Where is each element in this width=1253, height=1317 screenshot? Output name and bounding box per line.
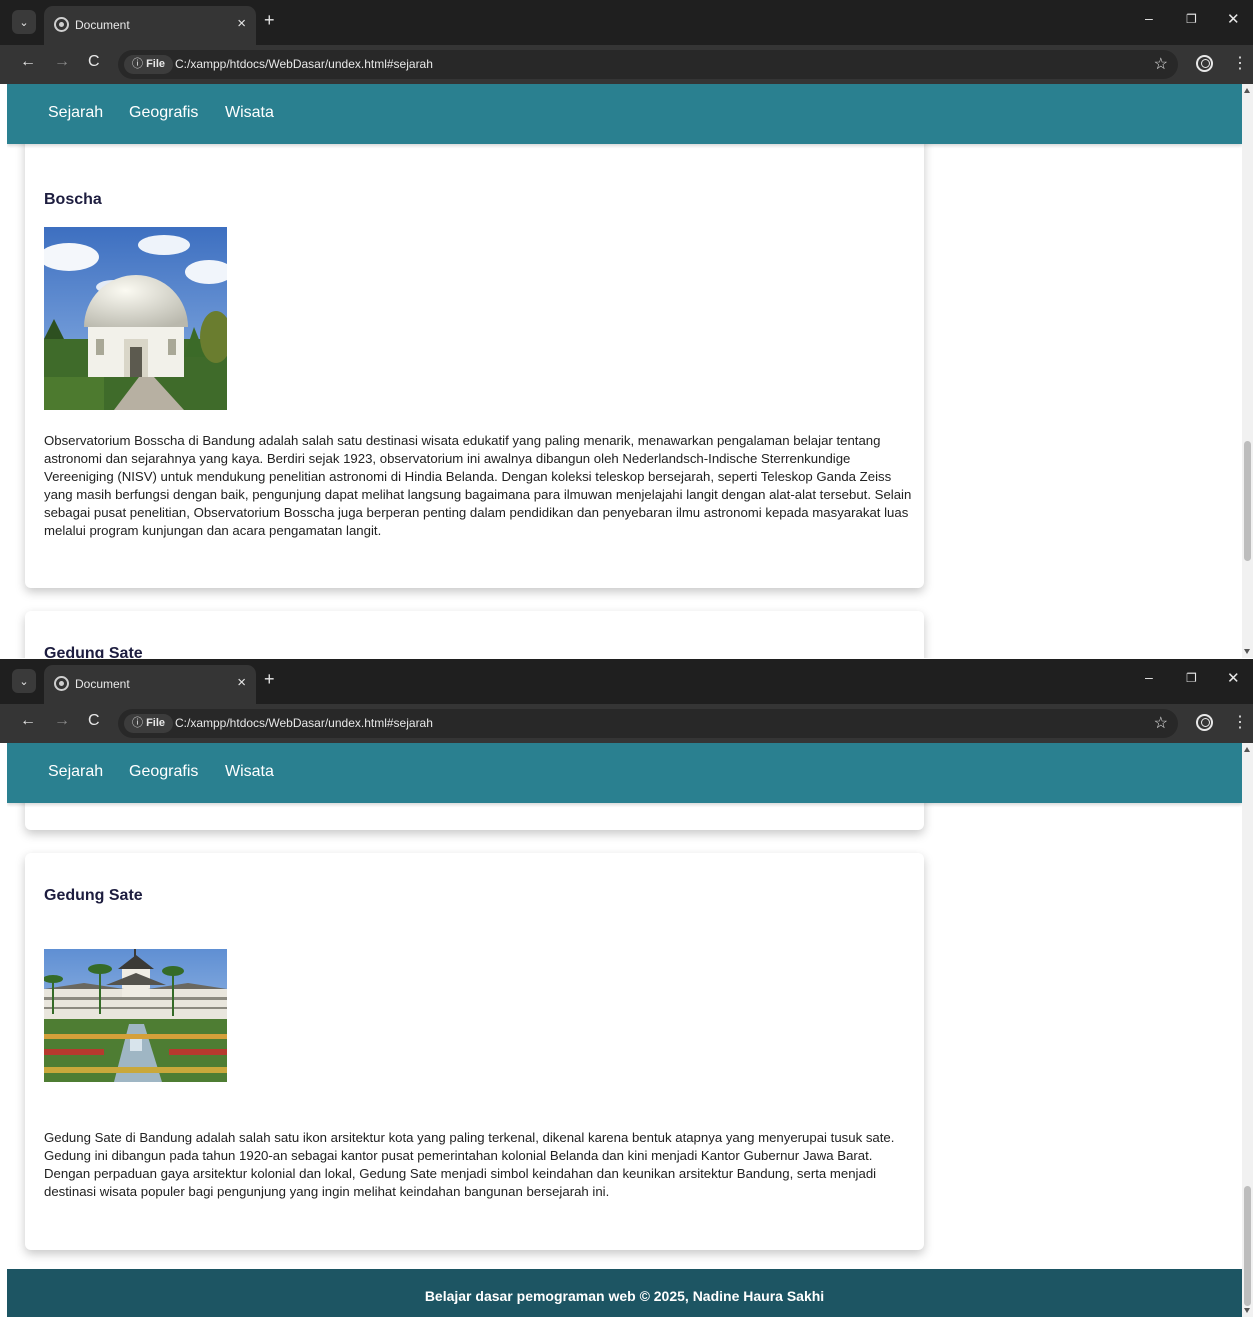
- tab-close-icon[interactable]: ×: [237, 15, 246, 32]
- url-text[interactable]: C:/xampp/htdocs/WebDasar/undex.html#seja…: [175, 57, 433, 71]
- address-bar[interactable]: ⓘ File C:/xampp/htdocs/WebDasar/undex.ht…: [118, 709, 1178, 738]
- card-description: Gedung Sate di Bandung adalah salah satu…: [44, 1130, 895, 1199]
- site-footer: Belajar dasar pemograman web © 2025, Nad…: [7, 1269, 1242, 1317]
- minimize-button[interactable]: –: [1145, 10, 1153, 26]
- scroll-down-icon[interactable]: [1244, 1308, 1250, 1313]
- content-card-gedung-sate: Gedung Sate Gedung Sate di Bandung adala…: [25, 853, 924, 1250]
- restore-button[interactable]: ❐: [1186, 671, 1197, 685]
- scroll-up-icon[interactable]: [1244, 88, 1250, 93]
- close-window-button[interactable]: ✕: [1227, 669, 1240, 687]
- back-button[interactable]: ←: [20, 53, 36, 71]
- page-viewport: Sejarah Geografis Wisata Gedung Sate Ged…: [7, 743, 1242, 1317]
- nav-link-geografis[interactable]: Geografis: [129, 104, 198, 122]
- content-card-boscha: Boscha Observatorium Bosscha di Bandung …: [25, 132, 924, 588]
- content-card-gedung-sate-partial: Gedung Sate: [25, 611, 924, 658]
- scroll-down-icon[interactable]: [1244, 649, 1250, 654]
- tab-search-button[interactable]: ⌄: [12, 669, 36, 693]
- restore-button[interactable]: ❐: [1186, 12, 1197, 26]
- site-info-chip[interactable]: ⓘ File: [124, 55, 174, 74]
- nav-link-wisata[interactable]: Wisata: [225, 104, 274, 122]
- url-text[interactable]: C:/xampp/htdocs/WebDasar/undex.html#seja…: [175, 716, 433, 730]
- scrollbar[interactable]: [1242, 743, 1253, 1317]
- card-title: Boscha: [44, 191, 102, 208]
- globe-icon: [54, 17, 69, 32]
- site-chip-label: File: [146, 58, 166, 70]
- tab-close-icon[interactable]: ×: [237, 674, 246, 691]
- site-nav-header: Sejarah Geografis Wisata: [7, 84, 1242, 144]
- new-tab-button[interactable]: +: [264, 11, 275, 29]
- reload-button[interactable]: C: [88, 712, 100, 730]
- bosscha-observatory-image: [44, 227, 227, 410]
- gedung-sate-image: [44, 949, 227, 1082]
- address-bar[interactable]: ⓘ File C:/xampp/htdocs/WebDasar/undex.ht…: [118, 50, 1178, 79]
- tab-search-button[interactable]: ⌄: [12, 10, 36, 34]
- browser-toolbar: ← → C ⓘ File C:/xampp/htdocs/WebDasar/un…: [0, 45, 1253, 84]
- minimize-button[interactable]: –: [1145, 669, 1153, 685]
- card-title: Gedung Sate: [44, 645, 143, 658]
- nav-link-sejarah[interactable]: Sejarah: [48, 104, 103, 122]
- info-icon: ⓘ: [132, 58, 143, 70]
- card-title: Gedung Sate: [44, 887, 143, 904]
- footer-text: Belajar dasar pemograman web © 2025, Nad…: [424, 1288, 825, 1304]
- forward-button[interactable]: →: [54, 712, 70, 730]
- site-info-chip[interactable]: ⓘ File: [124, 714, 174, 733]
- tab-title: Document: [75, 677, 130, 691]
- site-nav-header: Sejarah Geografis Wisata: [7, 743, 1242, 803]
- menu-dots-icon[interactable]: ⋮: [1232, 53, 1248, 73]
- scroll-thumb[interactable]: [1244, 441, 1251, 561]
- browser-toolbar: ← → C ⓘ File C:/xampp/htdocs/WebDasar/un…: [0, 704, 1253, 743]
- info-icon: ⓘ: [132, 717, 143, 729]
- back-button[interactable]: ←: [20, 712, 36, 730]
- menu-dots-icon[interactable]: ⋮: [1232, 712, 1248, 732]
- nav-link-sejarah[interactable]: Sejarah: [48, 763, 103, 781]
- tab-strip: ⌄ Document × + – ❐ ✕: [0, 659, 1253, 704]
- tab-title: Document: [75, 18, 130, 32]
- page-viewport: Sejarah Geografis Wisata Boscha Observat…: [7, 84, 1242, 658]
- bookmark-star-icon[interactable]: ☆: [1154, 54, 1168, 74]
- nav-link-wisata[interactable]: Wisata: [225, 763, 274, 781]
- reload-button[interactable]: C: [88, 53, 100, 71]
- profile-icon[interactable]: [1196, 714, 1213, 731]
- site-chip-label: File: [146, 717, 166, 729]
- close-window-button[interactable]: ✕: [1227, 10, 1240, 28]
- browser-window-top: ⌄ Document × + – ❐ ✕ ← → C ⓘ File C:/xam…: [0, 0, 1253, 658]
- nav-link-geografis[interactable]: Geografis: [129, 763, 198, 781]
- profile-icon[interactable]: [1196, 55, 1213, 72]
- bookmark-star-icon[interactable]: ☆: [1154, 713, 1168, 733]
- new-tab-button[interactable]: +: [264, 670, 275, 688]
- browser-tab[interactable]: Document ×: [44, 665, 256, 704]
- browser-tab[interactable]: Document ×: [44, 6, 256, 45]
- scroll-thumb[interactable]: [1244, 1186, 1251, 1306]
- scroll-up-icon[interactable]: [1244, 747, 1250, 752]
- browser-window-bottom: ⌄ Document × + – ❐ ✕ ← → C ⓘ File C:/xam…: [0, 659, 1253, 1317]
- card-description: Observatorium Bosscha di Bandung adalah …: [44, 433, 912, 538]
- globe-icon: [54, 676, 69, 691]
- scrollbar[interactable]: [1242, 84, 1253, 658]
- forward-button[interactable]: →: [54, 53, 70, 71]
- tab-strip: ⌄ Document × + – ❐ ✕: [0, 0, 1253, 45]
